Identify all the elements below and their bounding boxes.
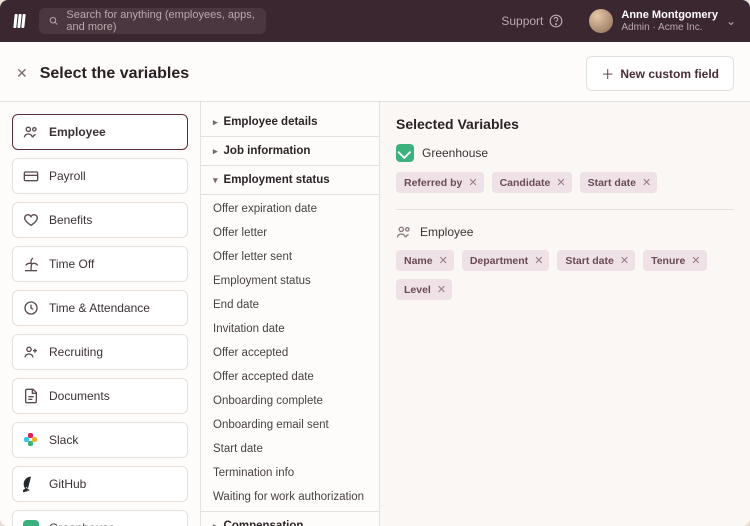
sidebar-item-time-attendance[interactable]: Time & Attendance [12, 290, 188, 326]
search-placeholder: Search for anything (employees, apps, an… [66, 9, 256, 33]
field-item[interactable]: Offer expiration date [201, 197, 379, 221]
chip-remove-icon[interactable]: ✕ [691, 254, 700, 267]
user-name: Anne Montgomery [621, 9, 718, 21]
field-item[interactable]: End date [201, 293, 379, 317]
user-menu[interactable]: Anne Montgomery Admin · Acme Inc. ⌄ [589, 9, 736, 33]
field-group-employment-status[interactable]: ▾Employment status [201, 168, 379, 192]
chip-remove-icon[interactable]: ✕ [620, 254, 629, 267]
selected-panel: Selected Variables Greenhouse Referred b… [380, 102, 750, 526]
sidebar-item-employee[interactable]: Employee [12, 114, 188, 150]
sidebar-item-timeoff[interactable]: Time Off [12, 246, 188, 282]
github-icon [23, 476, 39, 492]
chevron-down-icon: ⌄ [726, 14, 736, 28]
new-custom-field-button[interactable]: ＋ New custom field [586, 56, 734, 91]
field-group-employee-details[interactable]: ▸Employee details [201, 110, 379, 134]
chip-remove-icon[interactable]: ✕ [534, 254, 543, 267]
close-icon[interactable]: ✕ [16, 65, 28, 82]
chip[interactable]: Tenure✕ [643, 250, 706, 271]
greenhouse-icon [23, 520, 39, 526]
chip[interactable]: Start date✕ [557, 250, 635, 271]
selected-group-greenhouse: Greenhouse Referred by✕ Candidate✕ Start… [396, 144, 734, 193]
selected-group-employee: Employee Name✕ Department✕ Start date✕ T… [396, 224, 734, 300]
field-group-compensation[interactable]: ▸Compensation [201, 514, 379, 526]
sidebar-item-recruiting[interactable]: Recruiting [12, 334, 188, 370]
field-list[interactable]: ▸Employee details ▸Job information ▾Empl… [200, 102, 380, 526]
sidebar-item-benefits[interactable]: Benefits [12, 202, 188, 238]
field-item[interactable]: Onboarding email sent [201, 413, 379, 437]
field-group-job-information[interactable]: ▸Job information [201, 139, 379, 163]
page-title: Select the variables [40, 65, 189, 83]
greenhouse-icon [396, 144, 414, 162]
slack-icon [23, 432, 39, 448]
help-icon [549, 14, 563, 28]
chip[interactable]: Referred by✕ [396, 172, 484, 193]
category-sidebar: Employee Payroll Benefits Time Off [0, 102, 200, 526]
chip[interactable]: Department✕ [462, 250, 550, 271]
field-item[interactable]: Offer accepted [201, 341, 379, 365]
field-item[interactable]: Offer letter sent [201, 245, 379, 269]
chip[interactable]: Name✕ [396, 250, 454, 271]
sidebar-item-slack[interactable]: Slack [12, 422, 188, 458]
person-add-icon [23, 344, 39, 360]
field-item[interactable]: Waiting for work authorization [201, 485, 379, 509]
chip[interactable]: Candidate✕ [492, 172, 572, 193]
caret-down-icon: ▾ [213, 175, 218, 186]
plus-icon: ＋ [601, 64, 614, 83]
sidebar-item-documents[interactable]: Documents [12, 378, 188, 414]
field-item[interactable]: Offer accepted date [201, 365, 379, 389]
user-subtitle: Admin · Acme Inc. [621, 22, 718, 33]
clock-icon [23, 300, 39, 316]
field-item[interactable]: Onboarding complete [201, 389, 379, 413]
people-icon [23, 124, 39, 140]
field-item[interactable]: Termination info [201, 461, 379, 485]
chip-remove-icon[interactable]: ✕ [642, 176, 651, 189]
chip[interactable]: Start date✕ [580, 172, 658, 193]
top-header: Search for anything (employees, apps, an… [0, 0, 750, 42]
search-input[interactable]: Search for anything (employees, apps, an… [39, 8, 266, 34]
field-item[interactable]: Employment status [201, 269, 379, 293]
title-bar: ✕ Select the variables ＋ New custom fiel… [0, 42, 750, 102]
selected-title: Selected Variables [396, 116, 734, 132]
logo-icon [14, 14, 25, 28]
palm-icon [23, 256, 39, 272]
chip-remove-icon[interactable]: ✕ [437, 283, 446, 296]
heart-icon [23, 212, 39, 228]
app-window: Search for anything (employees, apps, an… [0, 0, 750, 526]
field-item[interactable]: Offer letter [201, 221, 379, 245]
card-icon [23, 168, 39, 184]
sidebar-item-payroll[interactable]: Payroll [12, 158, 188, 194]
chip-remove-icon[interactable]: ✕ [556, 176, 565, 189]
document-icon [23, 388, 39, 404]
support-link[interactable]: Support [501, 14, 563, 28]
caret-right-icon: ▸ [213, 146, 218, 157]
avatar [589, 9, 613, 33]
sidebar-item-greenhouse[interactable]: Greenhouse [12, 510, 188, 526]
field-item[interactable]: Invitation date [201, 317, 379, 341]
main-body: Employee Payroll Benefits Time Off [0, 102, 750, 526]
chip-remove-icon[interactable]: ✕ [439, 254, 448, 267]
field-item[interactable]: Start date [201, 437, 379, 461]
sidebar-item-github[interactable]: GitHub [12, 466, 188, 502]
chip[interactable]: Level✕ [396, 279, 452, 300]
caret-right-icon: ▸ [213, 521, 218, 526]
chip-remove-icon[interactable]: ✕ [468, 176, 477, 189]
caret-right-icon: ▸ [213, 117, 218, 128]
search-icon [49, 15, 58, 27]
people-icon [396, 224, 412, 240]
